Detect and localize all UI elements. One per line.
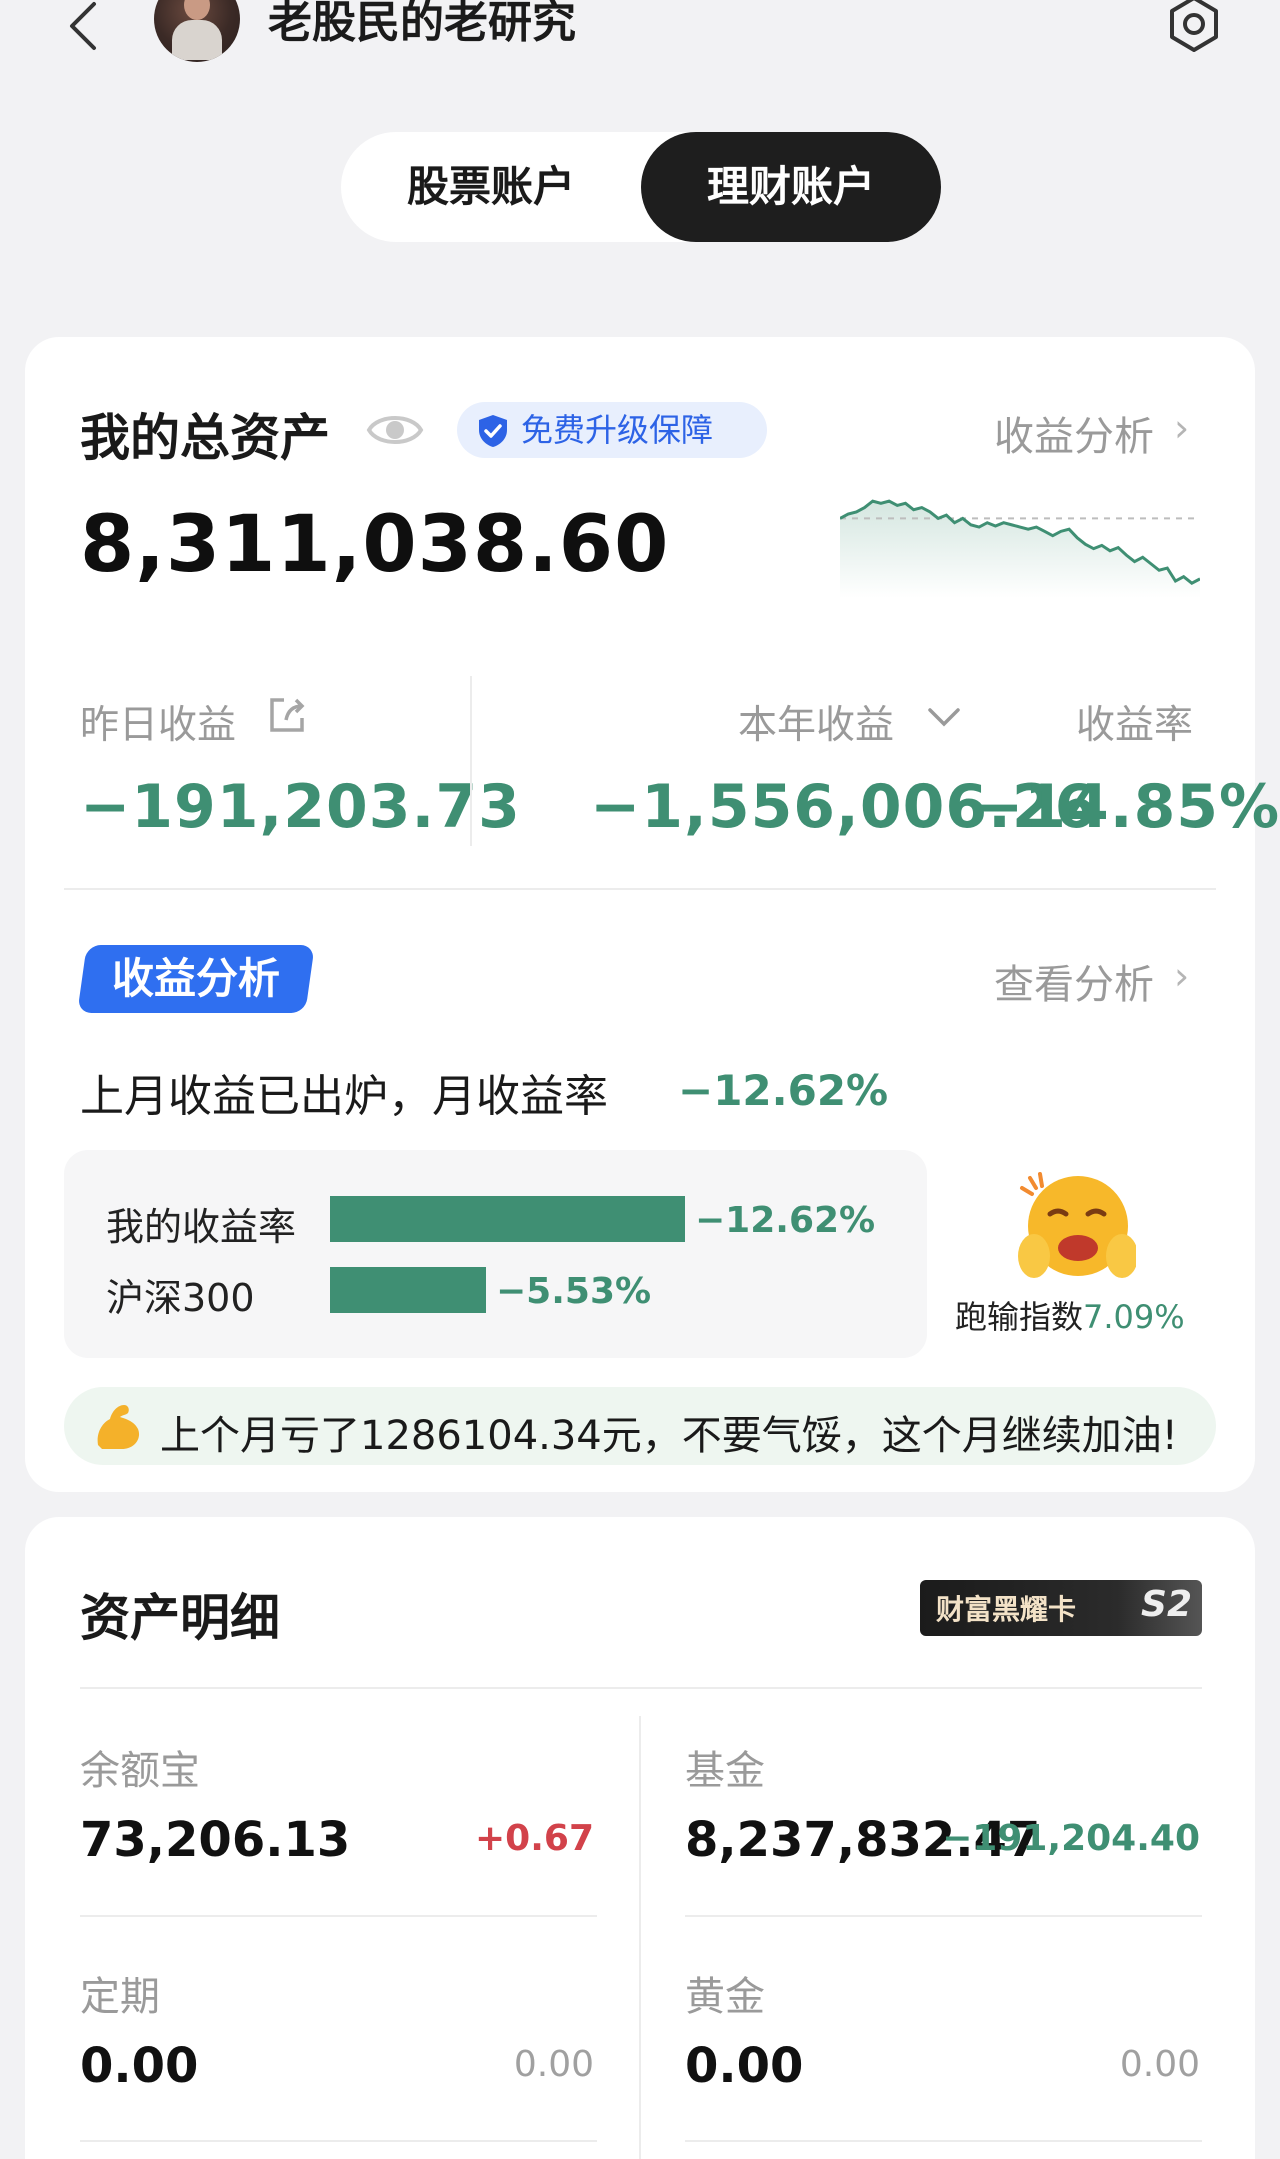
chevron-left-icon[interactable] [62,0,102,52]
asset-amount[interactable]: 73,206.13 [80,1812,350,1868]
chevron-right-icon[interactable]: › [1174,406,1189,450]
chevron-down-icon[interactable] [926,704,962,730]
index-rate-value: −5.53% [496,1271,652,1312]
index-label: 沪深300 [106,1276,255,1320]
divider [470,676,472,846]
eye-icon[interactable] [366,406,424,454]
gear-icon[interactable] [1162,0,1226,56]
my-rate-value: −12.62% [695,1200,876,1241]
divider [80,1687,1202,1689]
divider [639,1716,641,2159]
yesterday-earnings-label: 昨日收益 [80,703,237,748]
asset-amount[interactable]: 0.00 [80,2038,198,2094]
encouragement-text: 上个月亏了1286104.34元，不要气馁，这个月继续加油! [160,1413,1178,1459]
asset-amount[interactable]: 0.00 [685,2038,803,2094]
total-assets-title: 我的总资产 [80,409,330,467]
account-tabs: 股票账户 理财账户 [341,132,941,242]
year-earnings-label[interactable]: 本年收益 [738,694,894,750]
asset-change: +0.67 [475,1818,594,1859]
crying-face-icon [1018,1172,1136,1278]
asset-name: 基金 [685,1748,765,1794]
divider [80,1915,597,1917]
return-rate-label: 收益率 [1076,703,1194,748]
comparison-panel[interactable] [64,1150,927,1358]
my-rate-bar [330,1196,685,1242]
underperform-index: 跑输指数7.09% [955,1298,1185,1336]
share-icon[interactable] [266,694,308,736]
total-assets-amount: 8,311,038.60 [80,500,670,590]
asset-detail-title: 资产明细 [80,1589,280,1647]
return-rate-value: −14.85% [973,772,1280,842]
divider [64,888,1216,890]
asset-change: 0.00 [1119,2044,1200,2085]
index-rate-bar [330,1267,486,1313]
divider [685,1915,1202,1917]
sparkline-area [840,501,1200,598]
view-analysis-link[interactable]: 查看分析 [994,952,1154,1010]
divider [80,2140,597,2142]
monthly-message: 上月收益已出炉，月收益率 [80,1071,608,1122]
my-rate-label: 我的收益率 [106,1205,297,1249]
divider [685,2140,1202,2142]
asset-name: 定期 [80,1974,160,2020]
tab-wealth-account[interactable]: 理财账户 [641,132,941,242]
chevron-right-icon[interactable]: › [1174,954,1189,998]
tab-stock-account[interactable]: 股票账户 [341,132,641,242]
analysis-tag: 收益分析 [77,945,315,1013]
assets-trend-sparkline[interactable] [840,480,1200,598]
asset-name: 余额宝 [80,1748,200,1794]
yesterday-earnings-value: −191,203.73 [80,772,521,842]
shield-icon [479,415,507,447]
monthly-rate: −12.62% [678,1066,889,1115]
asset-change: 0.00 [513,2044,594,2085]
avatar[interactable] [154,0,240,62]
flexed-bicep-icon [97,1405,140,1449]
page-title: 老股民的老研究 [268,0,576,48]
profit-analysis-link[interactable]: 收益分析 [994,404,1154,462]
asset-name: 黄金 [685,1974,765,2020]
asset-change: −191,204.40 [942,1818,1200,1859]
wealth-black-card-badge[interactable]: 财富黑耀卡 S2 [920,1580,1202,1636]
